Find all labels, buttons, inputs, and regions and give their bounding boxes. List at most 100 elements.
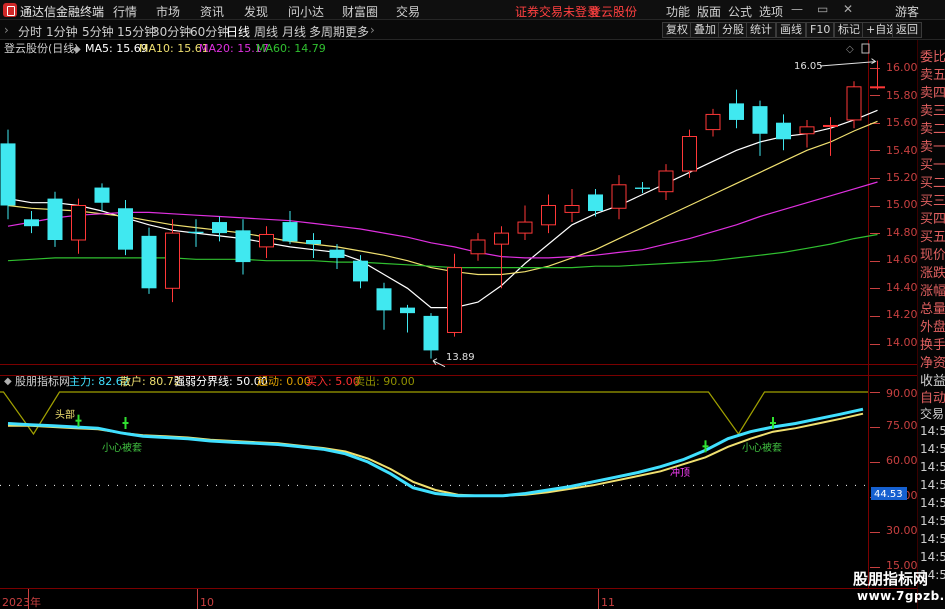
menu-item-options[interactable]: 选项 — [759, 3, 783, 20]
high-price-label: 16.05 — [794, 61, 823, 72]
period-tab-5min[interactable]: 5分钟 — [82, 23, 114, 40]
side-label[interactable]: 卖五 — [920, 64, 945, 83]
price-grid — [870, 68, 880, 345]
sell-line — [0, 391, 868, 436]
side-label[interactable]: 涨幅 — [920, 280, 945, 299]
indicator-axis: 90.00 75.00 60.00 45.00 30.00 15.00 — [886, 387, 917, 572]
mark-button[interactable]: 标记 — [834, 22, 864, 38]
candle-body-up — [564, 205, 580, 213]
period-tab-daily[interactable]: 日线 — [226, 23, 250, 40]
indicator-panel-header: ◆ 股朋指标网 主力: 82.62 散户: 80.72 强弱分界线: 50.00… — [4, 374, 415, 388]
time-axis: 2023年 10 11 — [2, 589, 615, 609]
side-label[interactable]: 换手 — [920, 334, 945, 353]
side-label[interactable]: 涨跌 — [920, 262, 945, 281]
menu-item-market[interactable]: 市场 — [156, 3, 180, 20]
minimize-button[interactable]: — — [791, 2, 803, 16]
indicator-settings-icon[interactable]: ◆ — [4, 376, 12, 387]
period-tab-60min[interactable]: 60分钟 — [190, 23, 229, 40]
price-tick: 15.60 — [886, 116, 917, 129]
more-chevron-icon[interactable]: › — [370, 23, 375, 37]
ma-settings-icon[interactable]: ◆ — [73, 44, 81, 55]
menu-item-formula[interactable]: 公式 — [728, 3, 752, 20]
auto-trade-label[interactable]: 自动 — [920, 387, 945, 406]
period-tab-1min[interactable]: 1分钟 — [46, 23, 78, 40]
maximize-button[interactable]: ▭ — [817, 2, 828, 16]
indicator-tick: 60.00 — [886, 454, 917, 467]
menu-item-quotes[interactable]: 行情 — [113, 3, 137, 20]
side-label[interactable]: 买三 — [920, 190, 945, 209]
side-label[interactable]: 买一 — [920, 154, 945, 173]
candle-body-up — [682, 136, 697, 172]
tick-time: 14:56 — [920, 532, 945, 546]
tick-time: 14:56 — [920, 496, 945, 510]
auto-trade-label[interactable]: 交易 — [920, 405, 944, 422]
side-label[interactable]: 外盘 — [920, 316, 945, 335]
diamond-marker-icon[interactable]: ◇ — [846, 44, 854, 55]
price-tick: 15.40 — [886, 144, 917, 157]
f10-button[interactable]: F10 — [806, 22, 835, 38]
period-tab-multi[interactable]: 多周期 — [309, 23, 345, 40]
adjust-rights-button[interactable]: 复权 — [662, 22, 692, 38]
side-label[interactable]: 卖二 — [920, 118, 945, 137]
low-price-arrow-icon — [432, 358, 446, 368]
panel-toggle-icon[interactable] — [861, 43, 870, 54]
period-tab-timeshare[interactable]: 分时 — [18, 23, 42, 40]
ma60-label: MA60: 14.79 — [256, 42, 326, 55]
menu-item-layout[interactable]: 版面 — [697, 3, 721, 20]
overlay-button[interactable]: 叠加 — [690, 22, 720, 38]
candle-body-down — [423, 315, 439, 351]
menu-item-ask-xiaoda[interactable]: 问小达 — [288, 3, 324, 20]
menu-item-discover[interactable]: 发现 — [244, 3, 268, 20]
period-tab-30min[interactable]: 30分钟 — [152, 23, 191, 40]
guest-user-label[interactable]: 游客 — [895, 3, 919, 20]
menu-item-wealth-circle[interactable]: 财富圈 — [342, 3, 378, 20]
side-label[interactable]: 卖三 — [920, 100, 945, 119]
period-tab-weekly[interactable]: 周线 — [254, 23, 278, 40]
split-stock-button[interactable]: 分股 — [718, 22, 748, 38]
candle-body-down — [0, 143, 16, 206]
period-tab-more[interactable]: 更多 — [345, 23, 369, 40]
sell-label: 卖出: 90.00 — [354, 374, 415, 388]
side-label[interactable]: 卖四 — [920, 82, 945, 101]
side-label[interactable]: 买四 — [920, 208, 945, 227]
candle-body-up — [799, 126, 815, 135]
back-button[interactable]: 返回 — [892, 22, 922, 38]
price-tick: 14.60 — [886, 253, 917, 266]
candle-body-up — [470, 239, 486, 255]
app-title: 通达信金融终端 — [20, 5, 105, 19]
side-label[interactable]: 卖一 — [920, 136, 945, 155]
side-label[interactable]: 总量 — [920, 298, 945, 317]
side-label[interactable]: 现价 — [920, 244, 945, 263]
side-label[interactable]: 买二 — [920, 172, 945, 191]
candle-body-down — [24, 219, 39, 227]
kline-chart[interactable]: 登云股份(日线) ◆ MA5: 15.69 MA10: 15.61 MA20: … — [0, 40, 917, 609]
side-label[interactable]: 买五 — [920, 226, 945, 245]
annotation-top: 头部 — [55, 408, 75, 421]
candle-body-up — [447, 267, 462, 333]
period-tab-monthly[interactable]: 月线 — [282, 23, 306, 40]
time-label: 11 — [601, 596, 615, 609]
period-tab-15min[interactable]: 15分钟 — [117, 23, 156, 40]
tick-time: 14:56 — [920, 478, 945, 492]
menu-item-function[interactable]: 功能 — [666, 3, 690, 20]
price-tick: 14.20 — [886, 308, 917, 321]
statistics-button[interactable]: 统计 — [746, 22, 776, 38]
draw-line-button[interactable]: 画线 — [776, 22, 806, 38]
period-toolbar: › 分时 1分钟 5分钟 15分钟 30分钟 60分钟 日线 周线 月线 多周期… — [0, 20, 945, 40]
candle-body-down — [94, 187, 110, 203]
menu-item-trade[interactable]: 交易 — [396, 3, 420, 20]
tick-time: 14:56 — [920, 514, 945, 528]
trade-login-status[interactable]: 证券交易未登录 — [515, 3, 599, 20]
side-label[interactable]: 净资 — [920, 352, 945, 371]
threshold-label: 强弱分界线: 50.00 — [174, 374, 268, 388]
side-label[interactable]: 委比 — [920, 46, 945, 65]
close-button[interactable]: ✕ — [843, 2, 853, 16]
candle-body-down — [752, 106, 768, 134]
expand-arrow-icon[interactable]: › — [4, 23, 9, 37]
menu-bar: 通达信金融终端 行情 市场 资讯 发现 问小达 财富圈 交易 证券交易未登录 登… — [0, 0, 945, 20]
menu-item-news[interactable]: 资讯 — [200, 3, 224, 20]
candle-body-down — [47, 198, 63, 240]
annotation-caution: 小心被套 — [742, 441, 782, 454]
indicator-tick: 75.00 — [886, 419, 917, 432]
candle-body-down — [282, 222, 298, 242]
